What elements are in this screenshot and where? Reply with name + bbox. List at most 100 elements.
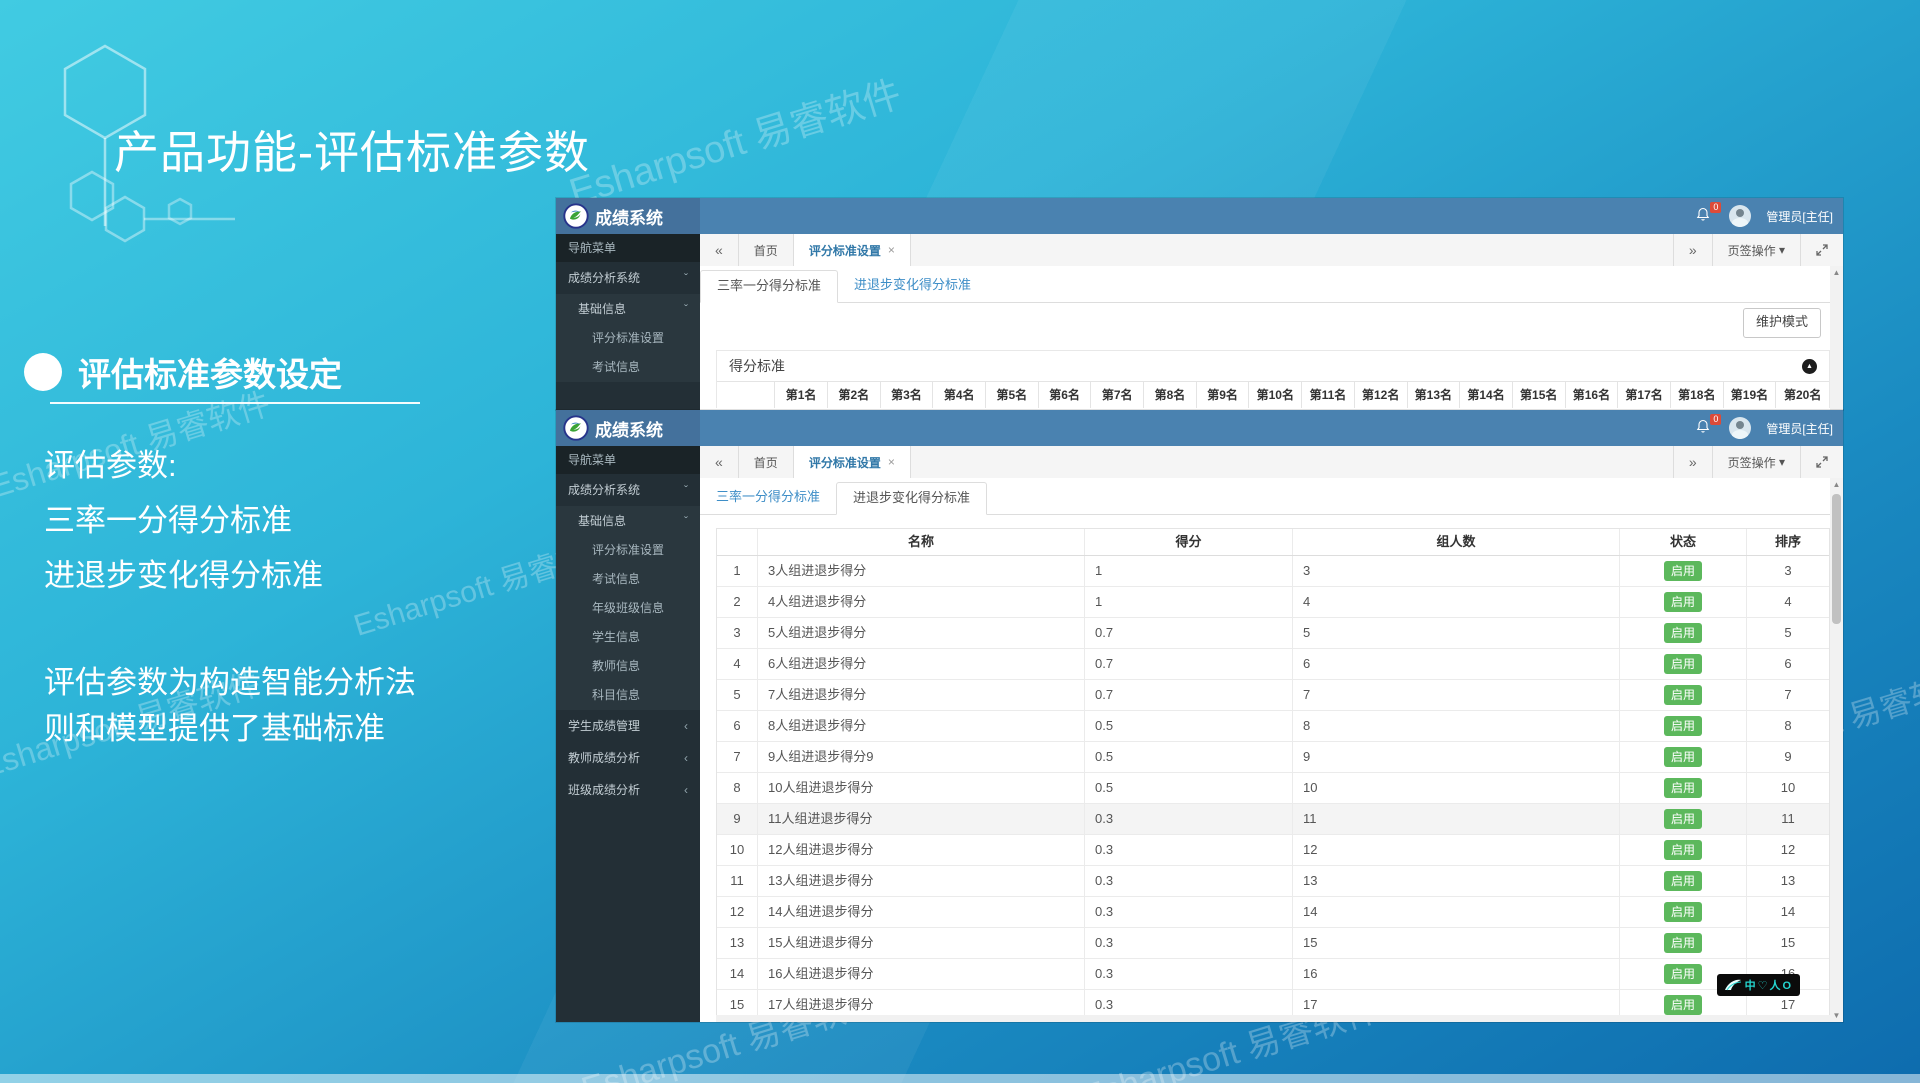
row-index: 1 (717, 556, 758, 586)
row-group-size: 10 (1293, 773, 1620, 803)
close-icon[interactable]: × (888, 243, 895, 257)
vertical-scrollbar[interactable]: ▲ (1830, 266, 1843, 410)
sidebar-item-basic-info[interactable]: 基础信息 ˇ (556, 294, 700, 324)
sidebar-sub-item[interactable]: 学生信息 (556, 623, 700, 652)
table-row[interactable]: 11 13人组进退步得分 0.3 13 启用 13 (717, 866, 1829, 897)
close-icon[interactable]: × (888, 455, 895, 469)
page-tab-active[interactable]: 评分标准设置 × (794, 446, 911, 478)
scroll-up-icon[interactable]: ▲ (1830, 266, 1843, 279)
content-tab-bar: 三率一分得分标准 进退步变化得分标准 (700, 482, 1843, 515)
panel-title: 得分标准 ▲ (717, 351, 1829, 381)
row-order: 5 (1747, 618, 1829, 648)
page-tab-home[interactable]: 首页 (739, 234, 794, 266)
notifications-button[interactable]: 0 (1696, 207, 1714, 225)
sidebar-item-student-score-mgmt[interactable]: 学生成绩管理 ‹ (556, 710, 700, 742)
page-tab-active[interactable]: 评分标准设置 × (794, 234, 911, 266)
table-row[interactable]: 6 8人组进退步得分 0.5 8 启用 8 (717, 711, 1829, 742)
sidebar-sub-item[interactable]: 考试信息 (556, 565, 700, 594)
table-row[interactable]: 9 11人组进退步得分 0.3 11 启用 11 (717, 804, 1829, 835)
sidebar-sub-item[interactable]: 评分标准设置 (556, 536, 700, 565)
maintain-mode-button[interactable]: 维护模式 (1743, 308, 1821, 338)
scroll-up-icon[interactable]: ▲ (1830, 478, 1843, 491)
rank-column-header: 第6名 (1039, 382, 1092, 408)
table-row[interactable]: 14 16人组进退步得分 0.3 16 启用 16 (717, 959, 1829, 990)
panel-title-label: 得分标准 (729, 358, 785, 374)
row-order: 13 (1747, 866, 1829, 896)
row-score: 0.3 (1085, 928, 1293, 958)
table-row[interactable]: 3 5人组进退步得分 0.7 5 启用 5 (717, 618, 1829, 649)
tab-operations-dropdown[interactable]: 页签操作 ▾ (1712, 446, 1800, 478)
avatar[interactable] (1729, 205, 1751, 227)
chevron-left-icon: ‹ (684, 774, 688, 806)
tabs-collapse-right-button[interactable]: » (1673, 446, 1712, 478)
user-menu[interactable]: 管理员[主任] (1766, 420, 1833, 437)
sidebar-item-class-score-analysis[interactable]: 班级成绩分析 ‹ (556, 774, 700, 806)
scrollbar-thumb[interactable] (1832, 494, 1841, 624)
user-menu[interactable]: 管理员[主任] (1766, 208, 1833, 225)
tabs-collapse-left-button[interactable]: « (700, 234, 739, 266)
row-index: 8 (717, 773, 758, 803)
rank-column-header: 第20名 (1776, 382, 1829, 408)
row-status: 启用 (1620, 711, 1747, 741)
rank-column-header: 第10名 (1249, 382, 1302, 408)
sidebar: 导航菜单 成绩分析系统 ˇ 基础信息 ˇ 评分标准设置 考试信息 年级班级信息 … (556, 446, 700, 1022)
avatar[interactable] (1729, 417, 1751, 439)
status-badge: 启用 (1664, 561, 1702, 581)
bell-icon (1696, 207, 1710, 222)
row-name: 13人组进退步得分 (758, 866, 1085, 896)
tab-three-rate-one-score[interactable]: 三率一分得分标准 (700, 270, 838, 303)
row-name: 14人组进退步得分 (758, 897, 1085, 927)
page-tab-bar: « 首页 评分标准设置 × » 页签操作 ▾ (700, 446, 1843, 480)
scroll-down-icon[interactable]: ▼ (1830, 1009, 1843, 1022)
fullscreen-button[interactable] (1800, 446, 1843, 478)
table-row[interactable]: 1 3人组进退步得分 1 3 启用 3 (717, 556, 1829, 587)
sidebar-item-basic-info[interactable]: 基础信息 ˇ (556, 506, 700, 536)
table-row[interactable]: 4 6人组进退步得分 0.7 6 启用 6 (717, 649, 1829, 680)
table-row[interactable]: 8 10人组进退步得分 0.5 10 启用 10 (717, 773, 1829, 804)
table-row[interactable]: 2 4人组进退步得分 1 4 启用 4 (717, 587, 1829, 618)
row-index: 3 (717, 618, 758, 648)
description-line: 则和模型提供了基础标准 (44, 706, 416, 752)
row-score: 0.7 (1085, 649, 1293, 679)
sidebar-item-exam-info[interactable]: 考试信息 (556, 353, 700, 382)
sidebar-sub-item[interactable]: 科目信息 (556, 681, 700, 710)
status-badge: 启用 (1664, 685, 1702, 705)
row-order: 6 (1747, 649, 1829, 679)
table-row[interactable]: 13 15人组进退步得分 0.3 15 启用 15 (717, 928, 1829, 959)
table-row[interactable]: 5 7人组进退步得分 0.7 7 启用 7 (717, 680, 1829, 711)
row-group-size: 16 (1293, 959, 1620, 989)
table-row[interactable]: 10 12人组进退步得分 0.3 12 启用 12 (717, 835, 1829, 866)
sidebar-item-teacher-score-analysis[interactable]: 教师成绩分析 ‹ (556, 742, 700, 774)
row-group-size: 8 (1293, 711, 1620, 741)
tabs-collapse-right-button[interactable]: » (1673, 234, 1712, 266)
row-group-size: 4 (1293, 587, 1620, 617)
horizontal-scrollbar[interactable] (716, 1015, 1830, 1022)
table-row[interactable]: 7 9人组进退步得分9 0.5 9 启用 9 (717, 742, 1829, 773)
rank-header-row: 第1名 第2名 第3名 第4名 第5名 第6名 第7名 (717, 381, 1829, 408)
tabs-collapse-left-button[interactable]: « (700, 446, 739, 478)
sidebar-item-score-analysis[interactable]: 成绩分析系统 ˇ (556, 262, 700, 294)
row-index: 6 (717, 711, 758, 741)
row-status: 启用 (1620, 556, 1747, 586)
sidebar-sub-item[interactable]: 教师信息 (556, 652, 700, 681)
row-order: 12 (1747, 835, 1829, 865)
row-group-size: 6 (1293, 649, 1620, 679)
vertical-scrollbar[interactable]: ▲ ▼ (1830, 478, 1843, 1022)
sidebar-item-score-analysis[interactable]: 成绩分析系统 ˇ (556, 474, 700, 506)
panel-collapse-icon[interactable]: ▲ (1802, 359, 1817, 374)
sidebar-sub-item[interactable]: 年级班级信息 (556, 594, 700, 623)
table-header-row: 名称 得分 组人数 状态 排序 (717, 529, 1829, 556)
row-order: 4 (1747, 587, 1829, 617)
tab-operations-dropdown[interactable]: 页签操作 ▾ (1712, 234, 1800, 266)
tab-progress-change[interactable]: 进退步变化得分标准 (838, 270, 987, 301)
sidebar-nav-header: 导航菜单 (556, 446, 700, 474)
table-row[interactable]: 12 14人组进退步得分 0.3 14 启用 14 (717, 897, 1829, 928)
page-tab-label: 评分标准设置 (809, 242, 881, 259)
col-header-index (717, 529, 758, 555)
sidebar-item-scoring-settings[interactable]: 评分标准设置 (556, 324, 700, 353)
notifications-button[interactable]: 0 (1696, 419, 1714, 437)
page-tab-home[interactable]: 首页 (739, 446, 794, 478)
tab-three-rate-one-score[interactable]: 三率一分得分标准 (700, 482, 836, 513)
fullscreen-button[interactable] (1800, 234, 1843, 266)
tab-progress-change[interactable]: 进退步变化得分标准 (836, 482, 987, 515)
